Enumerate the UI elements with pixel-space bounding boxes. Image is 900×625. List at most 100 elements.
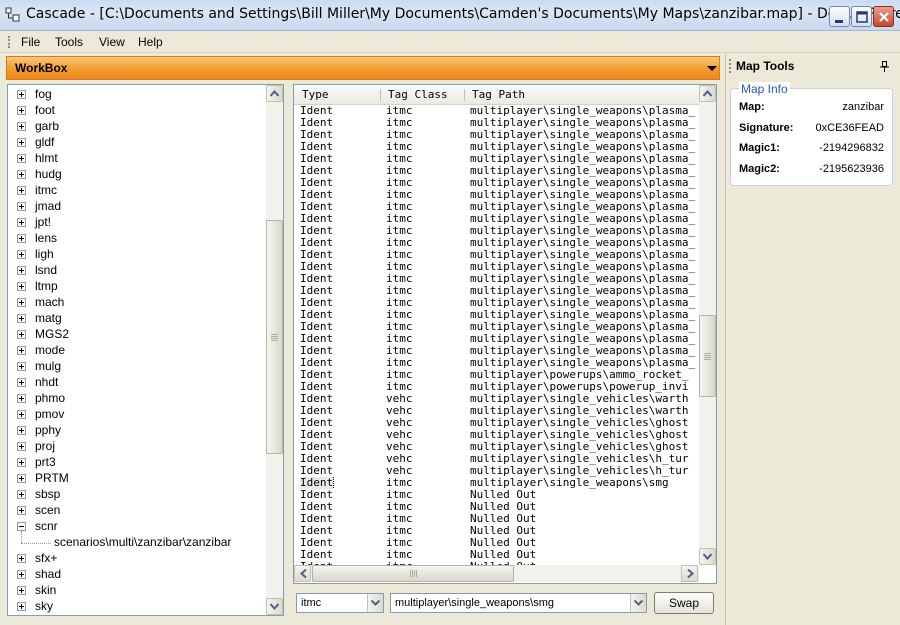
tree-expand-icon[interactable] (17, 346, 26, 355)
tree-expand-icon[interactable] (17, 458, 26, 467)
table-row[interactable]: Ident itmc multiplayer\single_weapons\plas… (294, 285, 700, 297)
table-row[interactable]: Ident itmc multiplayer\single_weapons\plas… (294, 141, 700, 153)
table-row[interactable]: Ident vehc multiplayer\single_vehicles\gho… (294, 441, 700, 453)
tree-item[interactable]: nhdt (8, 375, 266, 391)
tree-expand-icon[interactable] (17, 170, 26, 179)
tag-list[interactable]: Type Tag Class Tag Path Ident itmc multipl… (293, 84, 717, 584)
tree-expand-icon[interactable] (17, 394, 26, 403)
tree-item[interactable]: sfx+ (8, 551, 266, 567)
table-row[interactable]: Ident vehc multiplayer\single_vehicles\war… (294, 393, 700, 405)
menu-file[interactable]: File (21, 35, 40, 49)
tree-expand-icon[interactable] (17, 570, 26, 579)
tree-item[interactable]: mach (8, 295, 266, 311)
table-row[interactable]: Ident itmc multiplayer\single_weapons\plas… (294, 321, 700, 333)
table-row[interactable]: Ident itmc Nulled Out (294, 513, 700, 525)
tree-expand-icon[interactable] (17, 378, 26, 387)
tree-expand-icon[interactable] (17, 106, 26, 115)
table-row[interactable]: Ident itmc multiplayer\single_weapons\plas… (294, 225, 700, 237)
menu-tools[interactable]: Tools (55, 35, 83, 49)
tree-item[interactable]: sky (8, 599, 266, 615)
table-row[interactable]: Ident itmc multiplayer\single_weapons\plas… (294, 273, 700, 285)
tree-expand-icon[interactable] (17, 314, 26, 323)
list-horizontal-scrollbar[interactable] (294, 565, 699, 582)
tree-expand-icon[interactable] (17, 202, 26, 211)
scroll-right-button[interactable] (681, 565, 698, 582)
table-row[interactable]: Ident itmc multiplayer\single_weapons\plas… (294, 345, 700, 357)
table-row[interactable]: Ident itmc multiplayer\powerups\ammo_rocke… (294, 369, 700, 381)
tree-expand-icon[interactable] (17, 554, 26, 563)
table-row[interactable]: Ident itmc multiplayer\single_weapons\plas… (294, 189, 700, 201)
minimize-button[interactable] (829, 6, 850, 27)
scroll-down-button[interactable] (266, 598, 283, 615)
tree-expand-icon[interactable] (17, 474, 26, 483)
column-tag-path[interactable]: Tag Path (472, 88, 525, 101)
tree-expand-icon[interactable] (17, 138, 26, 147)
table-row[interactable]: Ident itmc multiplayer\single_weapons\plas… (294, 117, 700, 129)
table-row[interactable]: Ident itmc multiplayer\single_weapons\smg (294, 477, 700, 489)
table-row[interactable]: Ident vehc multiplayer\single_vehicles\gho… (294, 417, 700, 429)
tree-scroll-thumb[interactable] (266, 220, 283, 454)
table-row[interactable]: Ident itmc multiplayer\single_weapons\plas… (294, 261, 700, 273)
table-row[interactable]: Ident itmc multiplayer\single_weapons\plas… (294, 357, 700, 369)
tree-item[interactable]: pphy (8, 423, 266, 439)
tree-expand-icon[interactable] (17, 586, 26, 595)
tree-item[interactable]: garb (8, 119, 266, 135)
table-row[interactable]: Ident itmc multiplayer\single_weapons\plas… (294, 201, 700, 213)
list-scroll-down-button[interactable] (699, 548, 716, 565)
table-row[interactable]: Ident vehc multiplayer\single_vehicles\h_t… (294, 465, 700, 477)
chevron-down-icon[interactable] (707, 66, 717, 71)
tree-item[interactable]: hudg (8, 167, 266, 183)
menu-help[interactable]: Help (138, 35, 163, 49)
tree-item[interactable]: scnr (8, 519, 266, 535)
tree-expand-icon[interactable] (17, 298, 26, 307)
tree-item[interactable]: MGS2 (8, 327, 266, 343)
tree-expand-icon[interactable] (17, 154, 26, 163)
column-tag-class[interactable]: Tag Class (388, 88, 448, 101)
scroll-left-button[interactable] (294, 565, 311, 582)
table-row[interactable]: Ident itmc multiplayer\single_weapons\plas… (294, 165, 700, 177)
tree-vertical-scrollbar[interactable] (266, 85, 283, 615)
tree-item[interactable]: foot (8, 103, 266, 119)
tree-expand-icon[interactable] (17, 218, 26, 227)
list-scroll-thumb[interactable] (699, 315, 716, 397)
tree-item[interactable]: ltmp (8, 279, 266, 295)
table-row[interactable]: Ident vehc multiplayer\single_vehicles\gho… (294, 429, 700, 441)
tree-item[interactable]: hlmt (8, 151, 266, 167)
tree-item[interactable]: pmov (8, 407, 266, 423)
tree-item[interactable]: jmad (8, 199, 266, 215)
table-row[interactable]: Ident itmc multiplayer\single_weapons\plas… (294, 237, 700, 249)
table-row[interactable]: Ident itmc multiplayer\single_weapons\plas… (294, 333, 700, 345)
tree-item[interactable]: ligh (8, 247, 266, 263)
tree-item[interactable]: phmo (8, 391, 266, 407)
table-row[interactable]: Ident itmc multiplayer\single_weapons\plas… (294, 129, 700, 141)
table-row[interactable]: Ident vehc multiplayer\single_vehicles\war… (294, 405, 700, 417)
tree-collapse-icon[interactable] (17, 522, 26, 531)
tree-expand-icon[interactable] (17, 410, 26, 419)
tree-item[interactable]: matg (8, 311, 266, 327)
table-row[interactable]: Ident itmc Nulled Out (294, 525, 700, 537)
table-row[interactable]: Ident itmc multiplayer\single_weapons\plas… (294, 153, 700, 165)
pin-icon[interactable] (880, 61, 889, 72)
tag-tree[interactable]: fog foot garb gldf hlmt hudg itmc jmad jpt! lens l… (7, 84, 284, 616)
tree-child-item[interactable]: scenarios\multi\zanzibar\zanzibar (8, 531, 266, 551)
table-row[interactable]: Ident itmc Nulled Out (294, 501, 700, 513)
tree-expand-icon[interactable] (17, 234, 26, 243)
tree-expand-icon[interactable] (17, 426, 26, 435)
maximize-button[interactable] (851, 6, 872, 27)
column-type[interactable]: Type (302, 88, 329, 101)
tree-item[interactable]: skin (8, 583, 266, 599)
tree-expand-icon[interactable] (17, 90, 26, 99)
tree-item[interactable]: shad (8, 567, 266, 583)
combo-dropdown-button[interactable] (630, 594, 646, 612)
table-row[interactable]: Ident vehc multiplayer\single_vehicles\h_t… (294, 453, 700, 465)
tree-item[interactable]: scen (8, 503, 266, 519)
tree-expand-icon[interactable] (17, 442, 26, 451)
table-row[interactable]: Ident itmc multiplayer\single_weapons\plas… (294, 105, 700, 117)
tree-item[interactable]: mode (8, 343, 266, 359)
tree-expand-icon[interactable] (17, 282, 26, 291)
tree-item[interactable]: jpt! (8, 215, 266, 231)
swap-button[interactable]: Swap (654, 592, 714, 614)
tree-expand-icon[interactable] (17, 602, 26, 611)
menu-view[interactable]: View (99, 35, 125, 49)
tree-expand-icon[interactable] (17, 362, 26, 371)
